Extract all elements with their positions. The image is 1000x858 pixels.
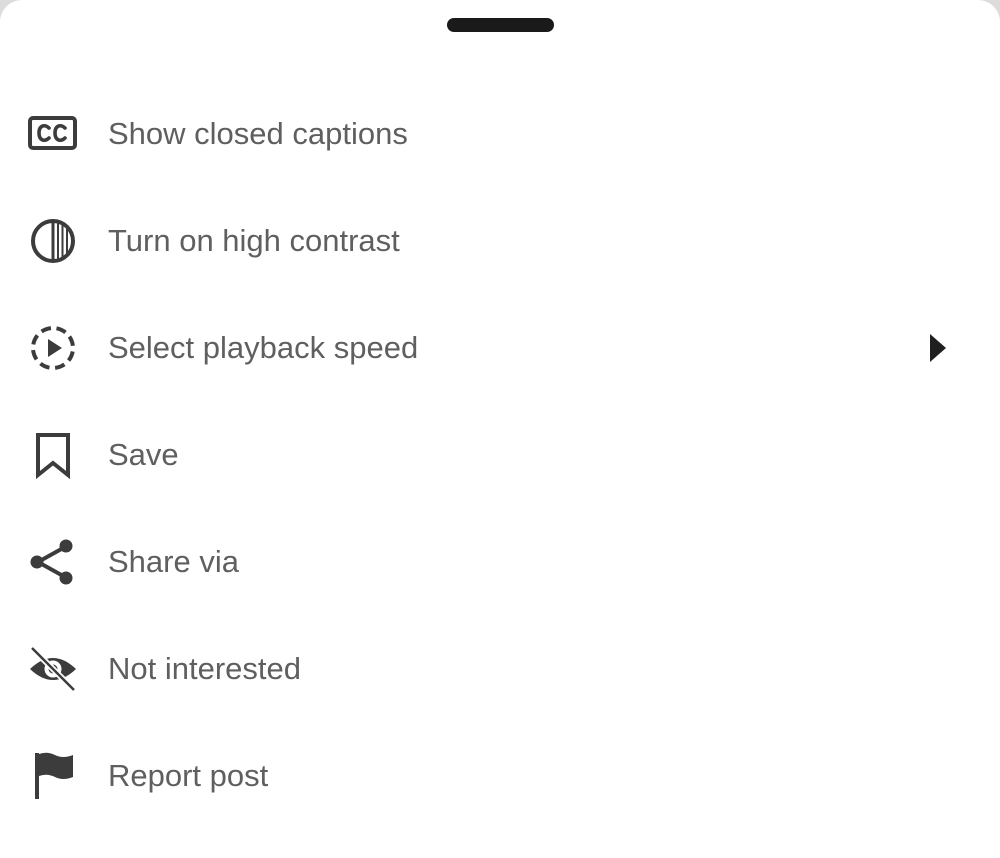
menu-item-label: Not interested: [108, 650, 301, 686]
menu-item-save[interactable]: Save: [0, 401, 1000, 508]
menu-item-label: Share via: [108, 543, 239, 579]
menu-item-playback-speed[interactable]: Select playback speed: [0, 294, 1000, 401]
closed-captions-icon: [27, 108, 79, 160]
menu-item-share-via[interactable]: Share via: [0, 508, 1000, 615]
menu-item-not-interested[interactable]: Not interested: [0, 615, 1000, 722]
menu-item-label: Show closed captions: [108, 115, 408, 151]
menu-item-label: Turn on high contrast: [108, 222, 400, 258]
menu-item-label: Select playback speed: [108, 329, 419, 365]
playback-speed-icon: [27, 322, 79, 374]
menu-item-report-post[interactable]: Report post: [0, 722, 1000, 829]
menu-item-high-contrast[interactable]: Turn on high contrast: [0, 187, 1000, 294]
menu-item-label: Save: [108, 436, 179, 472]
chevron-right-icon: [926, 332, 950, 364]
bookmark-icon: [27, 429, 79, 481]
menu-item-label: Report post: [108, 757, 269, 793]
bottom-sheet-menu: Show closed captions Turn on high contra…: [0, 0, 1000, 858]
high-contrast-icon: [27, 215, 79, 267]
flag-icon: [27, 750, 79, 802]
drag-handle[interactable]: [447, 18, 554, 32]
share-icon: [27, 536, 79, 588]
eye-off-icon: [27, 643, 79, 695]
menu-item-show-closed-captions[interactable]: Show closed captions: [0, 80, 1000, 187]
